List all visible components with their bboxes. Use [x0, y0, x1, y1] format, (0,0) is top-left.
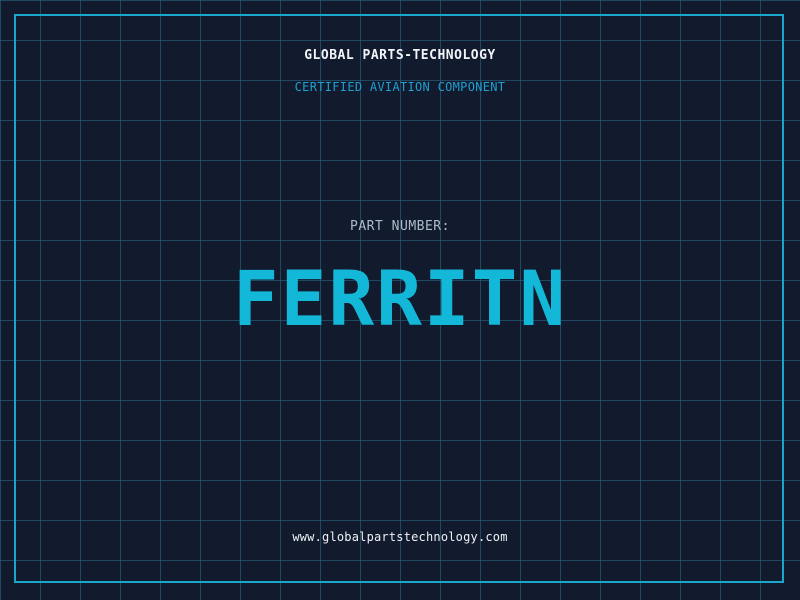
company-tagline: CERTIFIED AVIATION COMPONENT	[294, 80, 506, 94]
part-number-value: FERRITN	[232, 254, 568, 343]
website-url: www.globalpartstechnology.com	[292, 530, 508, 544]
part-number-label: PART NUMBER:	[350, 219, 450, 234]
company-name: GLOBAL PARTS-TECHNOLOGY	[304, 48, 496, 63]
